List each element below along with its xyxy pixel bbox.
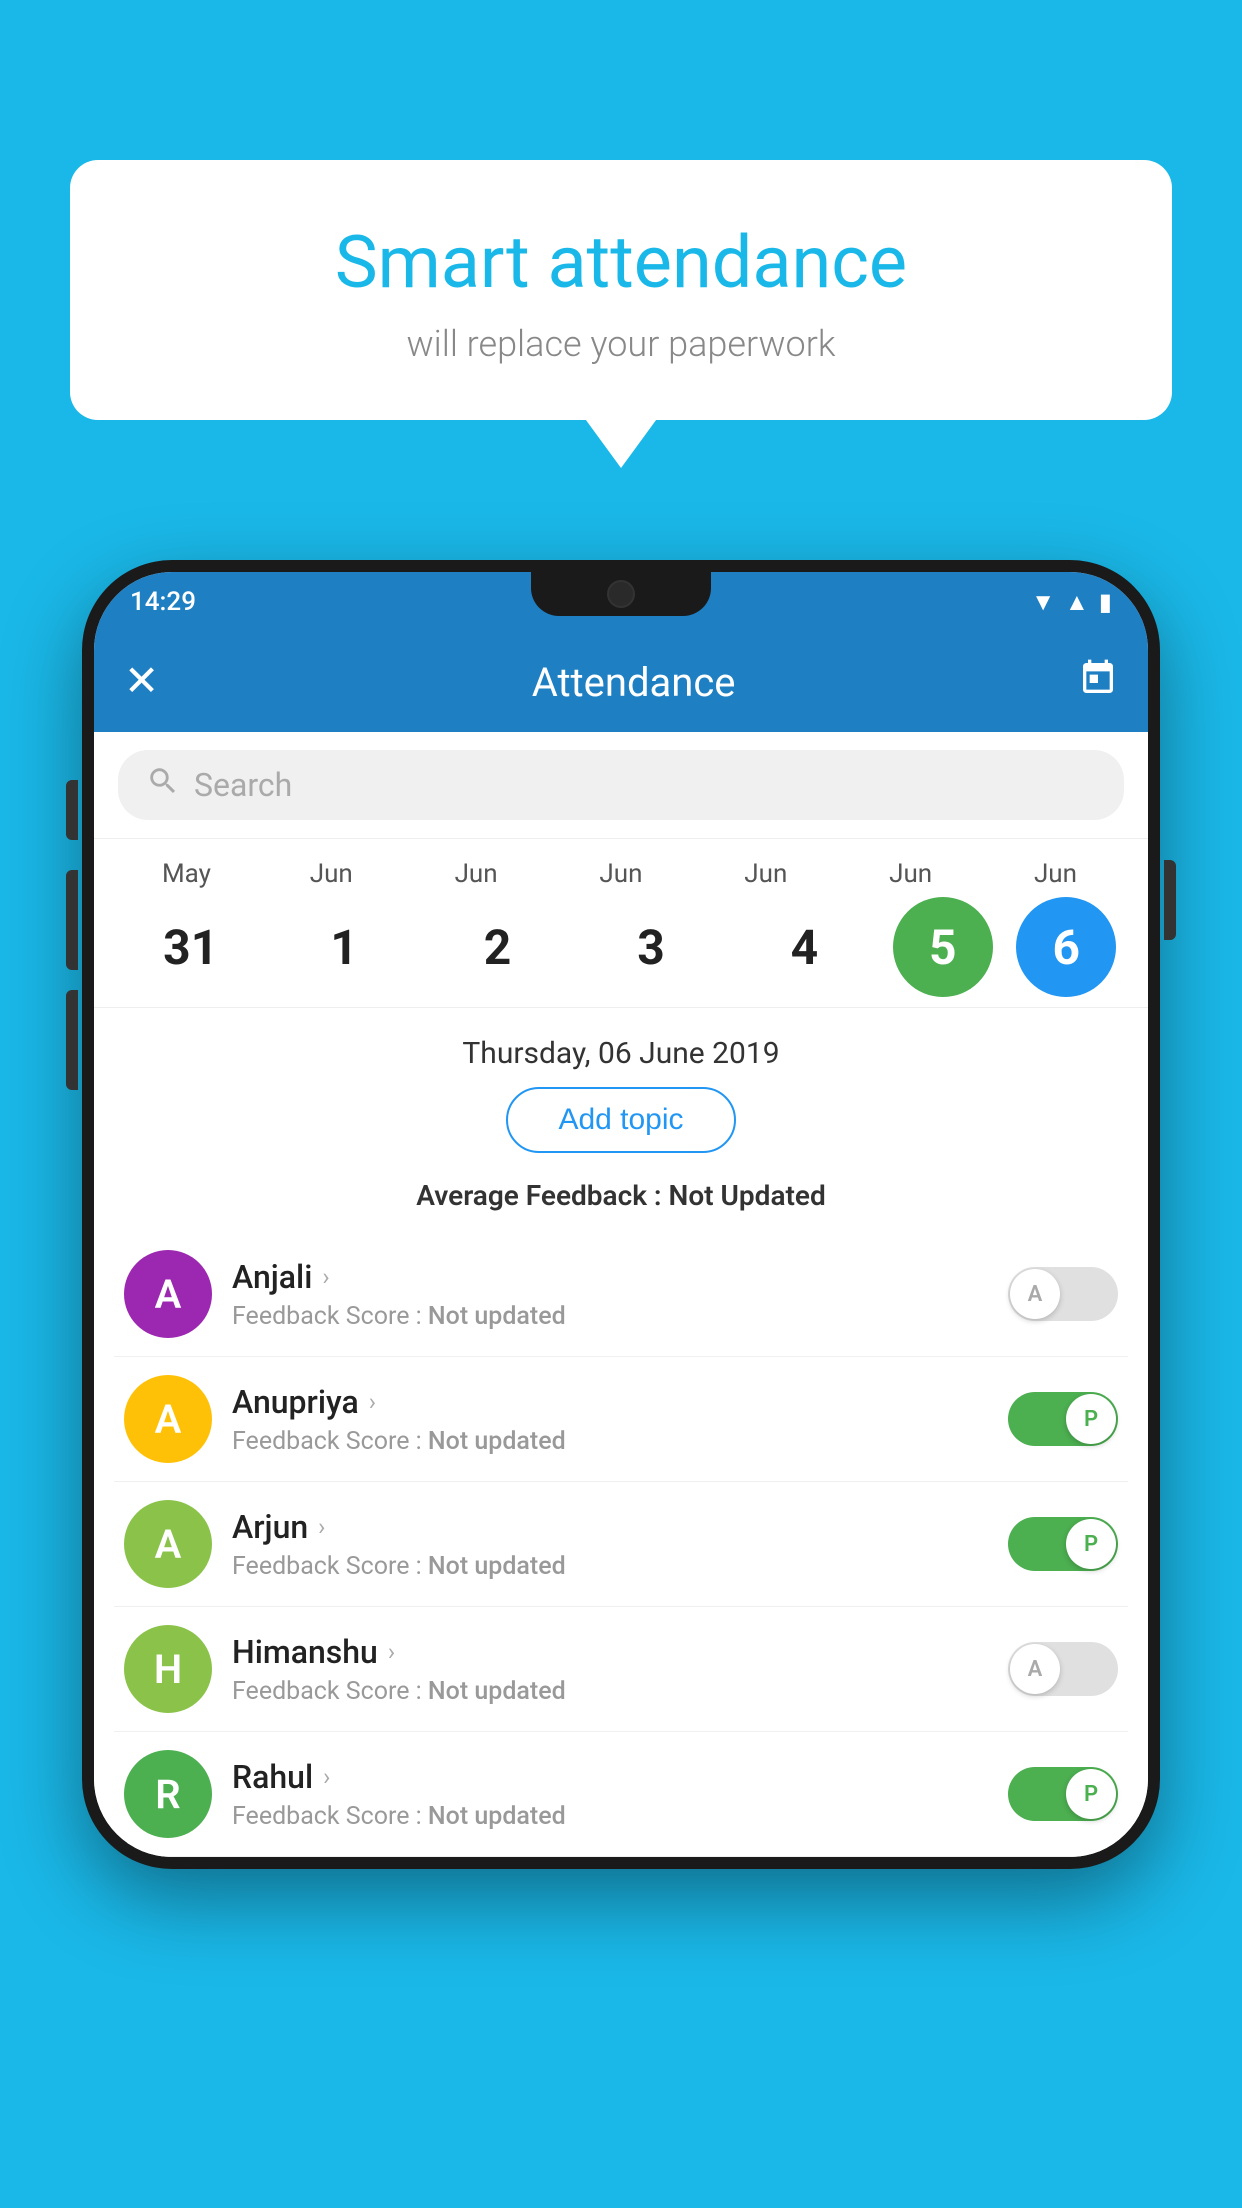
feedback-score: Feedback Score : Not updated xyxy=(232,1552,988,1581)
month-cell-4: Jun xyxy=(556,859,686,897)
speech-bubble: Smart attendance will replace your paper… xyxy=(70,160,1172,420)
toggle-present[interactable]: P xyxy=(1008,1517,1118,1571)
date-5[interactable]: 5 xyxy=(893,897,993,997)
student-name-row: Himanshu › xyxy=(232,1633,988,1671)
search-icon xyxy=(146,764,180,806)
feedback-score: Feedback Score : Not updated xyxy=(232,1427,988,1456)
search-placeholder: Search xyxy=(194,766,292,804)
student-list: A Anjali › Feedback Score : Not updated … xyxy=(94,1232,1148,1857)
student-item: H Himanshu › Feedback Score : Not update… xyxy=(114,1607,1128,1732)
student-name-row: Arjun › xyxy=(232,1508,988,1546)
avg-feedback: Average Feedback : Not Updated xyxy=(94,1173,1148,1232)
avatar-letter: H xyxy=(154,1646,182,1693)
student-info: Rahul › Feedback Score : Not updated xyxy=(232,1758,988,1831)
student-info: Anupriya › Feedback Score : Not updated xyxy=(232,1383,988,1456)
avatar-letter: R xyxy=(155,1771,180,1818)
month-cell-7: Jun xyxy=(990,859,1120,897)
date-1[interactable]: 1 xyxy=(279,897,409,997)
date-31[interactable]: 31 xyxy=(126,897,256,997)
chevron-right-icon: › xyxy=(322,1263,329,1291)
calendar-icon[interactable] xyxy=(1078,658,1118,707)
content-area: Thursday, 06 June 2019 Add topic Average… xyxy=(94,1008,1148,1857)
student-name[interactable]: Anjali xyxy=(232,1258,312,1296)
app-title: Attendance xyxy=(189,659,1078,706)
close-button[interactable]: ✕ xyxy=(124,661,159,703)
bubble-subtitle: will replace your paperwork xyxy=(130,323,1112,365)
student-name[interactable]: Arjun xyxy=(232,1508,308,1546)
toggle-absent[interactable]: A xyxy=(1008,1267,1118,1321)
avatar-letter: A xyxy=(155,1396,182,1443)
chevron-right-icon: › xyxy=(318,1513,325,1541)
wifi-icon: ▼ xyxy=(1031,588,1055,617)
month-cell-6: Jun xyxy=(846,859,976,897)
bubble-title: Smart attendance xyxy=(130,220,1112,305)
signal-icon: ▲ xyxy=(1065,588,1089,617)
phone-vol-mute-button xyxy=(66,780,78,840)
status-icons: ▼ ▲ ▮ xyxy=(1031,588,1112,617)
student-item: R Rahul › Feedback Score : Not updated P xyxy=(114,1732,1128,1857)
student-item: A Arjun › Feedback Score : Not updated P xyxy=(114,1482,1128,1607)
phone-power-button xyxy=(1164,860,1176,940)
phone-vol-up-button xyxy=(66,870,78,970)
phone-screen: 14:29 ▼ ▲ ▮ ✕ Attendance xyxy=(94,572,1148,1857)
student-name[interactable]: Anupriya xyxy=(232,1383,359,1421)
student-info: Anjali › Feedback Score : Not updated xyxy=(232,1258,988,1331)
month-cell-3: Jun xyxy=(411,859,541,897)
app-bar: ✕ Attendance xyxy=(94,632,1148,732)
avg-feedback-value: Not Updated xyxy=(669,1179,826,1212)
search-bar[interactable]: Search xyxy=(118,750,1124,820)
student-name[interactable]: Himanshu xyxy=(232,1633,378,1671)
feedback-score: Feedback Score : Not updated xyxy=(232,1677,988,1706)
phone-container: 14:29 ▼ ▲ ▮ ✕ Attendance xyxy=(82,560,1160,2208)
chevron-right-icon: › xyxy=(388,1638,395,1666)
chevron-right-icon: › xyxy=(369,1388,376,1416)
student-info: Himanshu › Feedback Score : Not updated xyxy=(232,1633,988,1706)
month-row: May Jun Jun Jun Jun Jun Jun xyxy=(94,859,1148,897)
avatar-letter: A xyxy=(155,1271,182,1318)
selected-date: Thursday, 06 June 2019 xyxy=(94,1008,1148,1087)
month-cell-5: Jun xyxy=(701,859,831,897)
date-4[interactable]: 4 xyxy=(739,897,869,997)
phone-vol-down-button xyxy=(66,990,78,1090)
battery-icon: ▮ xyxy=(1099,588,1112,616)
student-avatar: A xyxy=(124,1250,212,1338)
student-item: A Anupriya › Feedback Score : Not update… xyxy=(114,1357,1128,1482)
search-container: Search xyxy=(94,732,1148,839)
toggle-present[interactable]: P xyxy=(1008,1767,1118,1821)
student-avatar: A xyxy=(124,1500,212,1588)
date-3[interactable]: 3 xyxy=(586,897,716,997)
student-avatar: R xyxy=(124,1750,212,1838)
toggle-absent[interactable]: A xyxy=(1008,1642,1118,1696)
month-cell-1: May xyxy=(121,859,251,897)
chevron-right-icon: › xyxy=(323,1763,330,1791)
student-avatar: A xyxy=(124,1375,212,1463)
student-name-row: Rahul › xyxy=(232,1758,988,1796)
student-item: A Anjali › Feedback Score : Not updated … xyxy=(114,1232,1128,1357)
student-name[interactable]: Rahul xyxy=(232,1758,313,1796)
calendar-strip: May Jun Jun Jun Jun Jun Jun 31 1 2 3 4 5… xyxy=(94,839,1148,1008)
date-2[interactable]: 2 xyxy=(433,897,563,997)
student-info: Arjun › Feedback Score : Not updated xyxy=(232,1508,988,1581)
student-avatar: H xyxy=(124,1625,212,1713)
add-topic-button[interactable]: Add topic xyxy=(506,1087,735,1153)
avg-feedback-label: Average Feedback : xyxy=(416,1179,661,1212)
date-row: 31 1 2 3 4 5 6 xyxy=(94,897,1148,997)
month-cell-2: Jun xyxy=(266,859,396,897)
status-time: 14:29 xyxy=(130,587,196,617)
date-6[interactable]: 6 xyxy=(1016,897,1116,997)
toggle-present[interactable]: P xyxy=(1008,1392,1118,1446)
phone-frame: 14:29 ▼ ▲ ▮ ✕ Attendance xyxy=(82,560,1160,1869)
student-name-row: Anupriya › xyxy=(232,1383,988,1421)
avatar-letter: A xyxy=(155,1521,182,1568)
feedback-score: Feedback Score : Not updated xyxy=(232,1802,988,1831)
phone-camera xyxy=(607,580,635,608)
student-name-row: Anjali › xyxy=(232,1258,988,1296)
speech-bubble-container: Smart attendance will replace your paper… xyxy=(70,160,1172,420)
phone-notch xyxy=(531,572,711,616)
feedback-score: Feedback Score : Not updated xyxy=(232,1302,988,1331)
